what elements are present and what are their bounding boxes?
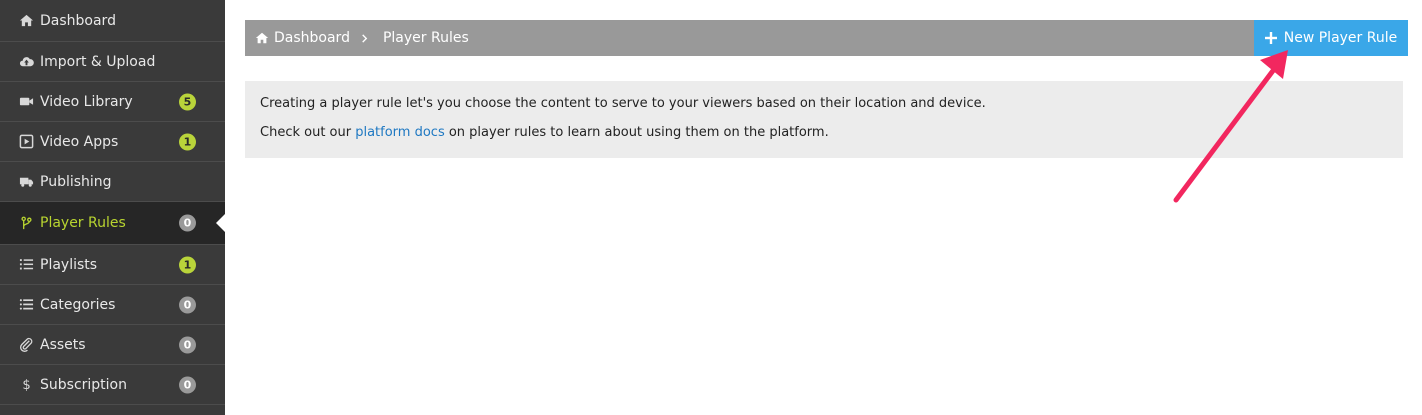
breadcrumb-current: Player Rules bbox=[382, 30, 469, 46]
sidebar-item-assets[interactable]: Assets 0 bbox=[0, 325, 225, 365]
sidebar-item-video-library[interactable]: Video Library 5 bbox=[0, 82, 225, 122]
paperclip-icon bbox=[17, 337, 35, 353]
video-camera-icon bbox=[17, 94, 35, 110]
sidebar-item-dashboard[interactable]: Dashboard bbox=[0, 0, 225, 42]
platform-docs-link[interactable]: platform docs bbox=[355, 125, 445, 140]
active-indicator bbox=[216, 214, 225, 232]
sidebar-item-publishing[interactable]: Publishing bbox=[0, 162, 225, 202]
count-badge: 0 bbox=[179, 214, 196, 232]
annotation-arrow bbox=[1173, 50, 1288, 203]
count-badge: 1 bbox=[179, 256, 196, 273]
branch-icon bbox=[17, 215, 35, 231]
home-icon bbox=[17, 13, 35, 29]
count-badge: 1 bbox=[179, 133, 196, 150]
info-docs-suffix: on player rules to learn about using the… bbox=[444, 125, 829, 140]
sidebar-item-label: Import & Upload bbox=[40, 53, 156, 70]
sidebar-item-label: Video Apps bbox=[40, 133, 119, 150]
sidebar-item-label: Subscription bbox=[40, 376, 127, 393]
sidebar-item-subscription[interactable]: $ Subscription 0 bbox=[0, 365, 225, 405]
info-docs-prefix: Check out our bbox=[260, 125, 356, 140]
sidebar-item-label: Playlists bbox=[40, 256, 98, 273]
list-ordered-icon bbox=[17, 257, 35, 273]
count-badge: 5 bbox=[179, 93, 196, 110]
count-badge: 0 bbox=[179, 296, 196, 313]
count-badge: 0 bbox=[179, 336, 196, 353]
dollar-icon: $ bbox=[17, 377, 35, 393]
home-icon bbox=[255, 31, 269, 45]
sidebar-item-label: Categories bbox=[40, 296, 116, 313]
breadcrumb: Dashboard Player Rules bbox=[255, 20, 469, 56]
play-square-icon bbox=[17, 134, 35, 150]
sidebar-item-label: Video Library bbox=[40, 93, 133, 110]
sidebar-item-import-upload[interactable]: Import & Upload bbox=[0, 42, 225, 82]
sidebar-item-label: Assets bbox=[40, 336, 86, 353]
sidebar-item-playlists[interactable]: Playlists 1 bbox=[0, 245, 225, 285]
truck-icon bbox=[17, 174, 35, 190]
sidebar: Dashboard Import & Upload Video Library … bbox=[0, 0, 225, 415]
sidebar-item-label: Player Rules bbox=[40, 215, 126, 231]
list-icon bbox=[17, 297, 35, 313]
sidebar-item-player-rules[interactable]: Player Rules 0 bbox=[0, 202, 225, 245]
chevron-right-icon bbox=[360, 33, 369, 43]
cloud-upload-icon bbox=[17, 54, 35, 70]
sidebar-item-label: Dashboard bbox=[40, 12, 116, 29]
breadcrumb-home-link[interactable]: Dashboard bbox=[274, 30, 350, 46]
new-player-rule-label: New Player Rule bbox=[1283, 30, 1398, 46]
sidebar-item-categories[interactable]: Categories 0 bbox=[0, 285, 225, 325]
sidebar-item-label: Publishing bbox=[40, 173, 112, 190]
sidebar-item-video-apps[interactable]: Video Apps 1 bbox=[0, 122, 225, 162]
count-badge: 0 bbox=[179, 376, 196, 393]
svg-text:$: $ bbox=[22, 378, 30, 392]
